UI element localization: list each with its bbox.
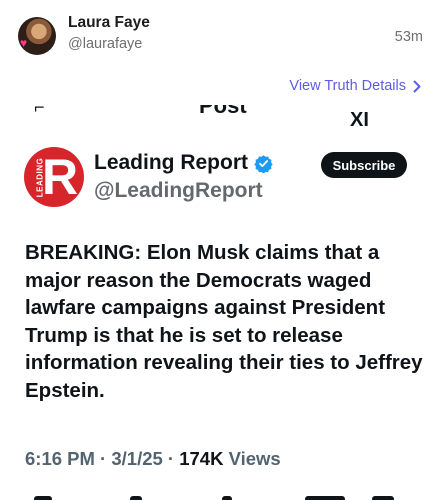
cropped-glyph-1: [34, 496, 52, 500]
cropped-x-label: XI: [350, 109, 369, 131]
post-header: ♥ Laura Faye @laurafaye 53m: [0, 0, 437, 74]
cropped-glyph-2: [130, 496, 142, 500]
tweet-views-label: Views: [223, 448, 281, 469]
cropped-glyph-4: [305, 496, 345, 500]
post-timestamp: 53m: [394, 29, 423, 45]
heart-sticker-icon: ♥: [20, 36, 28, 50]
cropped-screenshot-top-edge: ⌐ Post XI: [0, 105, 437, 133]
tweet-account-name: Leading Report: [94, 151, 273, 175]
logo-letter: R: [42, 149, 79, 205]
cropped-post-label: Post: [199, 105, 247, 118]
view-truth-details-label: View Truth Details: [289, 78, 406, 94]
post-view: ♥ Laura Faye @laurafaye 53m View Truth D…: [0, 0, 437, 500]
avatar[interactable]: ♥: [18, 17, 56, 55]
tweet-account-name-text: Leading Report: [94, 151, 249, 174]
tweet-body-text: BREAKING: Elon Musk claims that a major …: [25, 241, 423, 402]
verified-badge-icon: [254, 154, 273, 173]
leading-report-logo: LEADING R: [24, 147, 84, 207]
tweet-account-handle: @LeadingReport: [94, 179, 263, 202]
subscribe-button: Subscribe: [321, 152, 407, 178]
embedded-tweet-image[interactable]: LEADING R Leading Report @LeadingReport …: [0, 138, 437, 500]
tweet-meta: 6:16 PM · 3/1/25 · 174K Views: [25, 448, 281, 470]
cropped-screenshot-bottom-edge: [0, 490, 437, 500]
cropped-glyph: ⌐: [34, 105, 45, 117]
tweet-time: 6:16 PM · 3/1/25 ·: [25, 448, 180, 469]
author-handle[interactable]: @laurafaye: [68, 36, 142, 52]
tweet-views-count: 174K: [179, 448, 224, 469]
cropped-glyph-5: [372, 496, 394, 500]
view-truth-details-link[interactable]: View Truth Details: [289, 78, 421, 94]
cropped-glyph-3: [222, 496, 232, 500]
author-name[interactable]: Laura Faye: [68, 14, 150, 32]
chevron-right-icon: [413, 80, 421, 92]
